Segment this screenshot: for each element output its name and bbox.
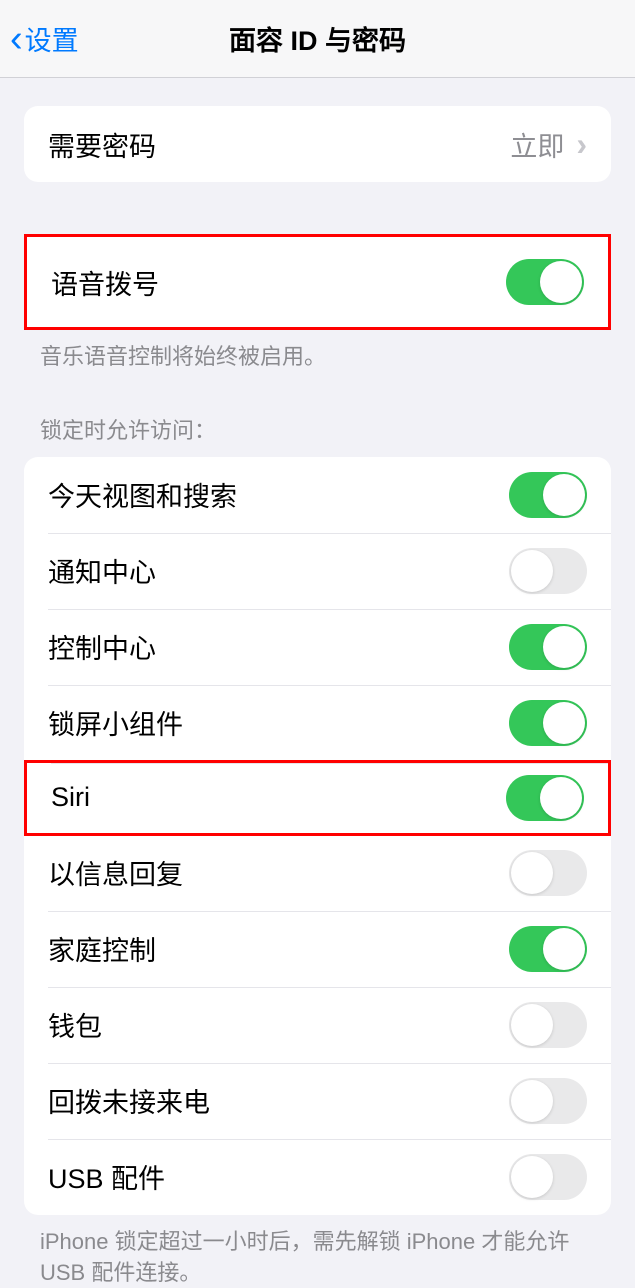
control-center-toggle[interactable] <box>509 624 587 670</box>
siri-toggle[interactable] <box>506 775 584 821</box>
today-view-row: 今天视图和搜索 <box>24 457 611 533</box>
require-passcode-row[interactable]: 需要密码 立即 › <box>24 106 611 182</box>
header-bar: ‹ 设置 面容 ID 与密码 <box>0 0 635 78</box>
back-button[interactable]: ‹ 设置 <box>0 19 79 58</box>
notification-center-label: 通知中心 <box>48 551 156 590</box>
notification-center-toggle[interactable] <box>509 548 587 594</box>
siri-label: Siri <box>51 782 90 813</box>
voice-dial-group: 语音拨号 <box>24 234 611 330</box>
home-control-row: 家庭控制 <box>24 911 611 987</box>
lock-widgets-label: 锁屏小组件 <box>48 703 183 742</box>
usb-footer: iPhone 锁定超过一小时后，需先解锁 iPhone 才能允许 USB 配件连… <box>0 1215 635 1288</box>
reply-message-label: 以信息回复 <box>48 853 183 892</box>
voice-dial-footer: 音乐语音控制将始终被启用。 <box>0 330 635 373</box>
lock-access-group: 今天视图和搜索 通知中心 控制中心 锁屏小组件 Siri 以信息回复 家庭控制 <box>24 457 611 1215</box>
today-view-toggle[interactable] <box>509 472 587 518</box>
back-label: 设置 <box>25 19 79 58</box>
wallet-toggle[interactable] <box>509 1002 587 1048</box>
require-passcode-group: 需要密码 立即 › <box>24 106 611 182</box>
chevron-left-icon: ‹ <box>10 20 23 58</box>
today-view-label: 今天视图和搜索 <box>48 475 237 514</box>
lock-widgets-row: 锁屏小组件 <box>24 685 611 761</box>
return-calls-label: 回拨未接来电 <box>48 1081 210 1120</box>
page-title: 面容 ID 与密码 <box>229 19 406 58</box>
lock-access-header: 锁定时允许访问： <box>0 373 635 457</box>
wallet-row: 钱包 <box>24 987 611 1063</box>
control-center-label: 控制中心 <box>48 627 156 666</box>
home-control-toggle[interactable] <box>509 926 587 972</box>
require-passcode-label: 需要密码 <box>48 125 156 164</box>
voice-dial-toggle[interactable] <box>506 259 584 305</box>
voice-dial-row: 语音拨号 <box>27 237 608 327</box>
usb-accessories-label: USB 配件 <box>48 1157 165 1196</box>
home-control-label: 家庭控制 <box>48 929 156 968</box>
usb-accessories-row: USB 配件 <box>24 1139 611 1215</box>
require-passcode-value: 立即 <box>510 125 564 164</box>
lock-widgets-toggle[interactable] <box>509 700 587 746</box>
voice-dial-label: 语音拨号 <box>51 263 159 302</box>
reply-message-toggle[interactable] <box>509 850 587 896</box>
usb-accessories-toggle[interactable] <box>509 1154 587 1200</box>
siri-row: Siri <box>24 760 611 836</box>
notification-center-row: 通知中心 <box>24 533 611 609</box>
reply-message-row: 以信息回复 <box>24 835 611 911</box>
return-calls-toggle[interactable] <box>509 1078 587 1124</box>
chevron-right-icon: › <box>576 126 587 163</box>
control-center-row: 控制中心 <box>24 609 611 685</box>
wallet-label: 钱包 <box>48 1005 102 1044</box>
return-calls-row: 回拨未接来电 <box>24 1063 611 1139</box>
